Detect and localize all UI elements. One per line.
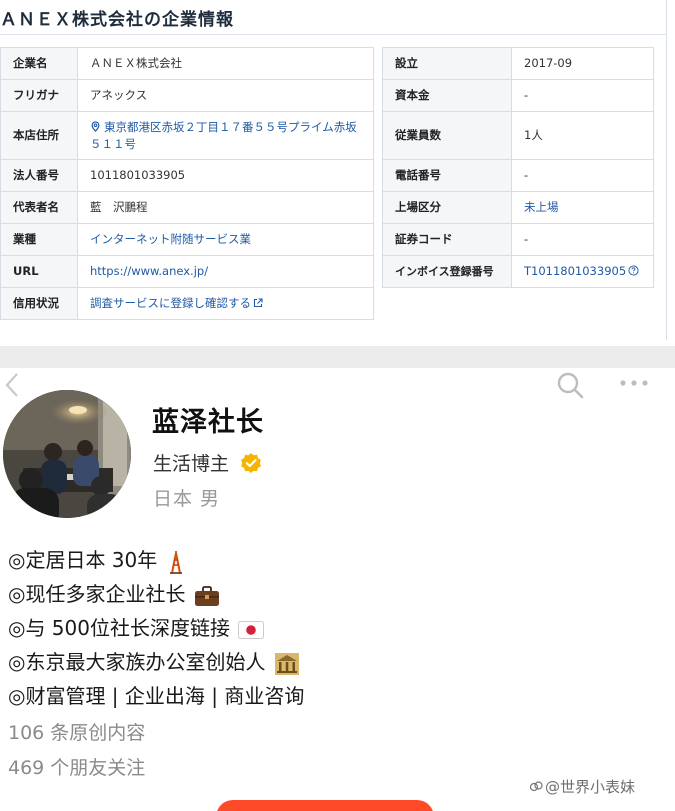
role-text: 生活博主 (153, 453, 230, 475)
table-row: 企業名 ＡＮＥＸ株式会社 (0, 47, 374, 80)
furigana-value: アネックス (77, 79, 374, 112)
bio-line: ◎定居日本 30年 (8, 546, 186, 574)
row-label-url: URL (0, 255, 78, 288)
company-name-value: ＡＮＥＸ株式会社 (77, 47, 374, 80)
more-options-icon[interactable] (619, 378, 649, 388)
company-info-title: ＡＮＥＸ株式会社の企業情報 (0, 10, 234, 30)
table-row: 従業員数 1人 (382, 111, 654, 160)
row-label-established: 設立 (382, 47, 512, 80)
row-label-corporate-number: 法人番号 (0, 159, 78, 192)
bio-text: ◎东京最大家族办公室创始人 (8, 650, 266, 674)
friends-count[interactable]: 469 个朋友关注 (8, 753, 145, 780)
capital-value: - (511, 79, 654, 112)
panel-border (666, 0, 667, 340)
table-row: 法人番号 1011801033905 (0, 159, 374, 192)
profile-role: 生活博主 (153, 449, 262, 475)
table-row: 信用状況 調査サービスに登録し確認する (0, 287, 374, 320)
help-icon[interactable] (628, 265, 639, 276)
external-link-icon (253, 298, 263, 308)
listing-link[interactable]: 未上場 (511, 191, 654, 224)
watermark: @世界小表妹 (529, 776, 635, 797)
table-row: 証券コード - (382, 223, 654, 256)
row-label-capital: 資本金 (382, 79, 512, 112)
row-label-industry: 業種 (0, 223, 78, 256)
row-label-securities-code: 証券コード (382, 223, 512, 256)
bio-line: ◎与 500位社长深度链接 (8, 614, 265, 642)
phone-value: - (511, 159, 654, 192)
corporate-number-value: 1011801033905 (77, 159, 374, 192)
table-row: 本店住所 東京都港区赤坂２丁目１７番５５号プライム赤坂５１１号 (0, 111, 374, 160)
search-icon[interactable] (555, 370, 585, 400)
table-row: 電話番号 - (382, 159, 654, 192)
profile-location: 日本 男 (153, 488, 221, 510)
row-label-furigana: フリガナ (0, 79, 78, 112)
tokyo-tower-icon (169, 550, 182, 574)
watermark-text: @世界小表妹 (545, 778, 636, 796)
address-text: 東京都港区赤坂２丁目１７番５５号プライム赤坂５１１号 (90, 119, 357, 151)
bio-line: ◎财富管理 | 企业出海 | 商业咨询 (8, 682, 304, 710)
verified-badge-icon (241, 452, 262, 473)
title-divider (0, 34, 666, 35)
company-info-table-right: 設立 2017-09 資本金 - 従業員数 1人 電話番号 - 上場区分 未上場… (382, 47, 654, 288)
bio-text: ◎与 500位社长深度链接 (8, 616, 230, 640)
credit-check-text: 調査サービスに登録し確認する (90, 296, 251, 310)
employees-value: 1人 (511, 111, 654, 160)
briefcase-icon (194, 585, 219, 606)
table-row: URL https://www.anex.jp/ (0, 255, 374, 288)
profile-nickname: 蓝泽社长 (152, 407, 264, 438)
map-pin-icon (91, 120, 100, 132)
row-label-company-name: 企業名 (0, 47, 78, 80)
bio-line: ◎东京最大家族办公室创始人 (8, 648, 300, 676)
avatar-photo (3, 390, 131, 518)
invoice-number-link[interactable]: T1011801033905 (511, 255, 654, 288)
established-value: 2017-09 (511, 47, 654, 80)
address-link[interactable]: 東京都港区赤坂２丁目１７番５５号プライム赤坂５１１号 (77, 111, 374, 160)
follow-button[interactable] (216, 800, 434, 811)
table-row: 業種 インターネット附随サービス業 (0, 223, 374, 256)
company-info-panel: ＡＮＥＸ株式会社の企業情報 企業名 ＡＮＥＸ株式会社 フリガナ アネックス 本店… (0, 0, 675, 346)
industry-link[interactable]: インターネット附随サービス業 (77, 223, 374, 256)
table-row: 資本金 - (382, 79, 654, 112)
social-profile: 蓝泽社长 生活博主 日本 男 ◎定居日本 30年 ◎现任多家企业社长 ◎与 50… (0, 368, 675, 811)
table-row: 設立 2017-09 (382, 47, 654, 80)
row-label-credit: 信用状況 (0, 287, 78, 320)
table-row: 上場区分 未上場 (382, 191, 654, 224)
table-row: フリガナ アネックス (0, 79, 374, 112)
posts-count[interactable]: 106 条原创内容 (8, 718, 145, 745)
bio-line: ◎现任多家企业社长 (8, 580, 220, 608)
table-row: インボイス登録番号 T1011801033905 (382, 255, 654, 288)
representative-value: 藍 沢鵬程 (77, 191, 374, 224)
section-divider (0, 346, 675, 368)
row-label-phone: 電話番号 (382, 159, 512, 192)
avatar[interactable] (3, 390, 131, 518)
bio-text: ◎财富管理 | 企业出海 | 商业咨询 (8, 684, 305, 708)
securities-code-value: - (511, 223, 654, 256)
japan-flag-icon (238, 620, 265, 639)
row-label-employees: 従業員数 (382, 111, 512, 160)
credit-check-link[interactable]: 調査サービスに登録し確認する (77, 287, 374, 320)
invoice-number-text: T1011801033905 (524, 264, 627, 278)
table-row: 代表者名 藍 沢鵬程 (0, 191, 374, 224)
bio-text: ◎定居日本 30年 (8, 548, 158, 572)
row-label-representative: 代表者名 (0, 191, 78, 224)
company-info-table-left: 企業名 ＡＮＥＸ株式会社 フリガナ アネックス 本店住所 東京都港区赤坂２丁目１… (0, 47, 374, 320)
watermark-logo-icon (529, 781, 543, 792)
website-link[interactable]: https://www.anex.jp/ (77, 255, 374, 288)
row-label-listing: 上場区分 (382, 191, 512, 224)
row-label-address: 本店住所 (0, 111, 78, 160)
row-label-invoice: インボイス登録番号 (382, 255, 512, 288)
bio-text: ◎现任多家企业社长 (8, 582, 186, 606)
bank-icon (274, 652, 299, 675)
back-arrow-icon[interactable] (3, 372, 21, 398)
